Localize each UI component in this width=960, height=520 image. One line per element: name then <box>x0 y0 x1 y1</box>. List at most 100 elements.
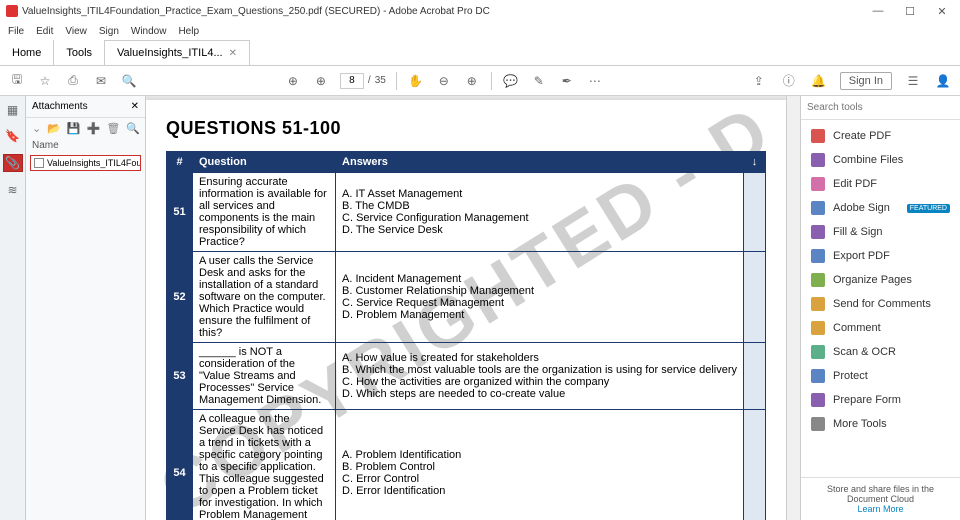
document-view[interactable]: COPYRIGHTED - D QUESTIONS 51-100 # Quest… <box>146 96 786 520</box>
search-icon[interactable]: 🔍 <box>120 72 138 90</box>
attach-search-icon[interactable]: 🔍 <box>126 122 140 135</box>
layers-icon[interactable]: ≋ <box>5 182 21 198</box>
hand-icon[interactable]: ✋ <box>407 72 425 90</box>
row-answers: A. Incident ManagementB. Customer Relati… <box>336 252 744 343</box>
panel-toggle-icon[interactable]: ☰ <box>904 72 922 90</box>
menu-file[interactable]: File <box>8 26 24 37</box>
row-arrow <box>744 252 766 343</box>
attach-add-icon[interactable]: ➕ <box>87 122 101 135</box>
zoom-in-icon[interactable]: ⊕ <box>463 72 481 90</box>
row-arrow <box>744 173 766 252</box>
scrollbar[interactable] <box>786 96 800 520</box>
tool-icon <box>811 417 825 431</box>
attach-options-icon[interactable]: ⌄ <box>32 122 41 135</box>
row-num: 52 <box>167 252 193 343</box>
tool-item[interactable]: Protect <box>801 364 960 388</box>
print-icon[interactable]: ⎙ <box>64 72 82 90</box>
table-row: 51Ensuring accurate information is avail… <box>167 173 766 252</box>
share-icon[interactable]: ⇪ <box>750 72 768 90</box>
tool-item[interactable]: Combine Files <box>801 148 960 172</box>
tab-home[interactable]: Home <box>0 40 54 65</box>
badge: FEATURED <box>907 204 950 213</box>
tool-item[interactable]: Create PDF <box>801 124 960 148</box>
tool-item[interactable]: More Tools <box>801 412 960 436</box>
tool-item[interactable]: Send for Comments <box>801 292 960 316</box>
menu-help[interactable]: Help <box>178 26 199 37</box>
menu-view[interactable]: View <box>65 26 87 37</box>
more-icon[interactable]: ⋯ <box>586 72 604 90</box>
tool-icon <box>811 393 825 407</box>
tool-icon <box>811 225 825 239</box>
tool-icon <box>811 369 825 383</box>
title-bar: ValueInsights_ITIL4Foundation_Practice_E… <box>0 0 960 22</box>
tools-footer: Store and share files in the Document Cl… <box>801 477 960 520</box>
search-tools-input[interactable] <box>807 102 954 113</box>
row-num: 51 <box>167 173 193 252</box>
save-icon[interactable]: 🖫 <box>8 72 26 90</box>
tool-item[interactable]: Fill & Sign <box>801 220 960 244</box>
attach-open-icon[interactable]: 📂 <box>47 122 61 135</box>
doc-icon <box>34 158 44 168</box>
maximize-button[interactable]: ☐ <box>898 3 922 19</box>
attachments-title: Attachments <box>32 101 88 112</box>
tool-icon <box>811 201 825 215</box>
attach-delete-icon[interactable]: 🗑 <box>106 122 120 135</box>
highlight-icon[interactable]: ✎ <box>530 72 548 90</box>
comment-icon[interactable]: 💬 <box>502 72 520 90</box>
tab-strip: Home Tools ValueInsights_ITIL4...✕ <box>0 40 960 66</box>
close-icon[interactable]: ✕ <box>229 48 237 59</box>
attachments-name-header: Name <box>26 138 145 153</box>
tool-icon <box>811 249 825 263</box>
sign-icon[interactable]: ✒ <box>558 72 576 90</box>
tool-icon <box>811 129 825 143</box>
tab-tools[interactable]: Tools <box>54 40 105 65</box>
row-answers: A. Problem IdentificationB. Problem Cont… <box>336 410 744 520</box>
tool-item[interactable]: Comment <box>801 316 960 340</box>
menu-window[interactable]: Window <box>131 26 167 37</box>
minimize-button[interactable]: — <box>866 3 890 19</box>
user-icon[interactable]: 👤 <box>934 72 952 90</box>
tool-icon <box>811 177 825 191</box>
attachment-item[interactable]: ValueInsights_ITIL4Foundation_Practic... <box>30 155 141 171</box>
left-rail: ▦ 🔖 📎 ≋ <box>0 96 26 520</box>
tool-item[interactable]: Organize Pages <box>801 268 960 292</box>
page-down-icon[interactable]: ⊕ <box>312 72 330 90</box>
row-answers: A. How value is created for stakeholders… <box>336 343 744 410</box>
menu-edit[interactable]: Edit <box>36 26 53 37</box>
attachment-icon[interactable]: 📎 <box>3 154 23 172</box>
row-question: ______ is NOT a consideration of the "Va… <box>193 343 336 410</box>
pdf-icon <box>6 5 18 17</box>
bell-icon[interactable]: 🔔 <box>810 72 828 90</box>
close-button[interactable]: ✕ <box>930 3 954 19</box>
star-icon[interactable]: ☆ <box>36 72 54 90</box>
questions-table: # Question Answers ↓ 51Ensuring accurate… <box>166 151 766 520</box>
th-answers: Answers <box>336 152 744 173</box>
tab-document[interactable]: ValueInsights_ITIL4...✕ <box>105 40 250 65</box>
attachments-panel: Attachments ✕ ⌄ 📂 💾 ➕ 🗑 🔍 Name ValueInsig… <box>26 96 146 520</box>
tool-item[interactable]: Adobe SignFEATURED <box>801 196 960 220</box>
tool-item[interactable]: Export PDF <box>801 244 960 268</box>
tool-item[interactable]: Scan & OCR <box>801 340 960 364</box>
attach-save-icon[interactable]: 💾 <box>67 122 81 135</box>
zoom-out-icon[interactable]: ⊖ <box>435 72 453 90</box>
page-input[interactable] <box>340 73 364 89</box>
th-num: # <box>167 152 193 173</box>
th-question: Question <box>193 152 336 173</box>
table-row: 52A user calls the Service Desk and asks… <box>167 252 766 343</box>
th-arrow: ↓ <box>744 152 766 173</box>
thumbnails-icon[interactable]: ▦ <box>5 102 21 118</box>
close-panel-icon[interactable]: ✕ <box>131 101 139 112</box>
row-num: 54 <box>167 410 193 520</box>
tool-item[interactable]: Edit PDF <box>801 172 960 196</box>
menu-sign[interactable]: Sign <box>99 26 119 37</box>
learn-more-link[interactable]: Learn More <box>857 504 903 514</box>
info-icon[interactable]: ⓘ <box>780 72 798 90</box>
row-arrow <box>744 410 766 520</box>
row-arrow <box>744 343 766 410</box>
menu-bar: File Edit View Sign Window Help <box>0 22 960 40</box>
mail-icon[interactable]: ✉ <box>92 72 110 90</box>
page-up-icon[interactable]: ⊕ <box>284 72 302 90</box>
tool-item[interactable]: Prepare Form <box>801 388 960 412</box>
signin-button[interactable]: Sign In <box>840 72 892 90</box>
bookmark-icon[interactable]: 🔖 <box>5 128 21 144</box>
